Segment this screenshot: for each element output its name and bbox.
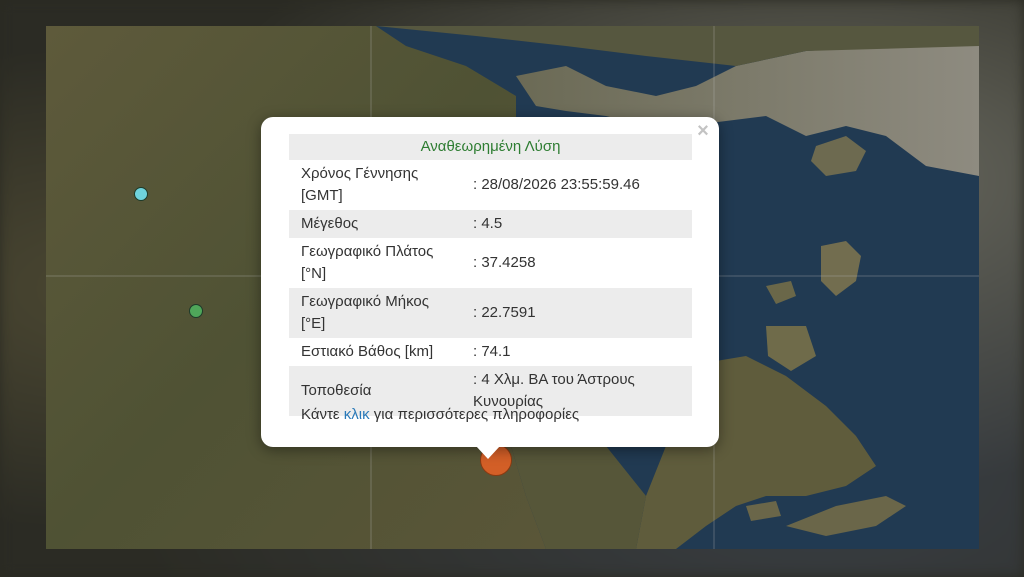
magnitude-label: Μέγεθος: [289, 210, 461, 238]
origin-time-value: : 28/08/2026 23:55:59.46: [473, 176, 640, 193]
info-table: Αναθεωρημένη Λύση Χρόνος Γέννησης [GMT] …: [289, 134, 692, 416]
magnitude-value: : 4.5: [461, 210, 692, 238]
popup-pointer: [476, 446, 500, 459]
more-info-prefix: Κάντε: [301, 406, 344, 423]
popup-header: Αναθεωρημένη Λύση: [289, 134, 692, 160]
longitude-label: Γεωγραφικό Μήκος [°E]: [289, 288, 461, 338]
depth-value: : 74.1: [473, 343, 511, 360]
longitude-value: : 22.7591: [461, 288, 692, 338]
more-info-line: Κάντε κλικ για περισσότερες πληροφορίες: [301, 406, 579, 423]
close-icon[interactable]: ×: [693, 121, 713, 141]
earthquake-marker-green[interactable]: [189, 304, 203, 318]
earthquake-marker-cyan[interactable]: [134, 187, 148, 201]
depth-label: Εστιακό Βάθος [km]: [301, 343, 434, 360]
more-info-suffix: για περισσότερες πληροφορίες: [369, 406, 580, 423]
latitude-value: : 37.4258: [473, 254, 536, 271]
more-info-link[interactable]: κλικ: [344, 406, 370, 423]
earthquake-info-popup: × Αναθεωρημένη Λύση Χρόνος Γέννησης [GMT…: [261, 117, 719, 447]
latitude-label: Γεωγραφικό Πλάτος [°N]: [301, 243, 434, 282]
origin-time-label: Χρόνος Γέννησης [GMT]: [301, 165, 419, 204]
